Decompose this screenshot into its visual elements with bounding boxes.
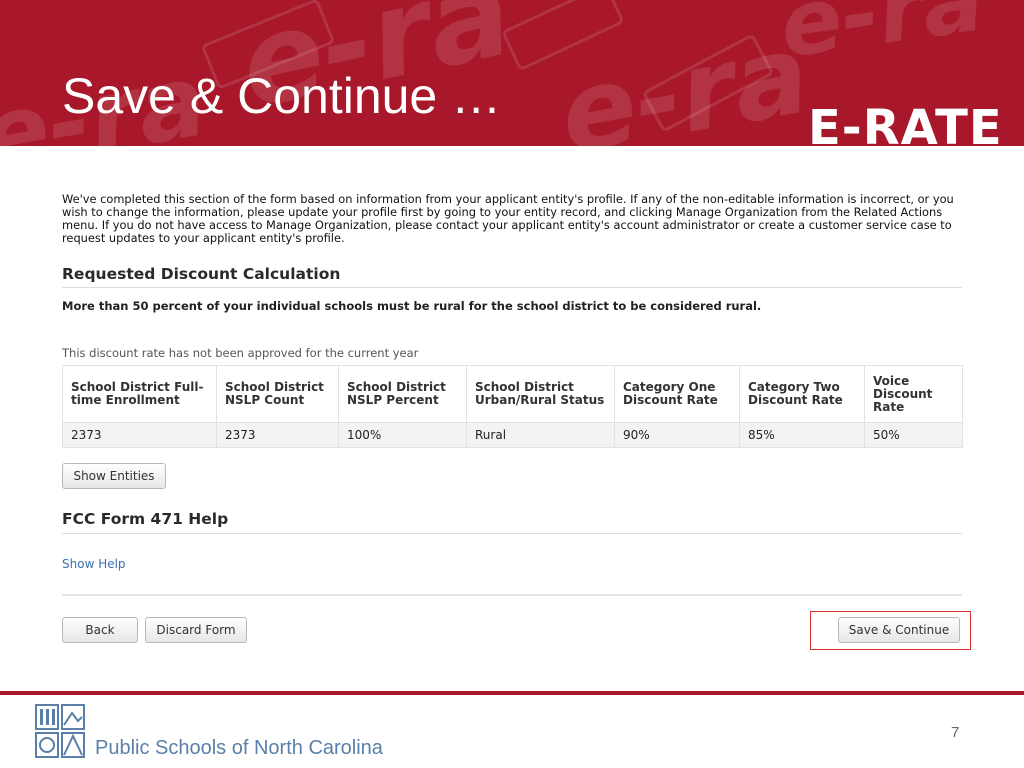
column-header: School District Full-time Enrollment bbox=[62, 365, 217, 423]
table-cell: 50% bbox=[864, 422, 963, 448]
table-cell: 90% bbox=[614, 422, 740, 448]
show-entities-button[interactable]: Show Entities bbox=[62, 463, 166, 489]
footer-divider bbox=[0, 691, 1024, 695]
discard-form-button[interactable]: Discard Form bbox=[145, 617, 247, 643]
slide-title: Save & Continue … bbox=[62, 68, 502, 124]
show-help-link[interactable]: Show Help bbox=[62, 557, 126, 571]
page-number: 7 bbox=[951, 724, 960, 741]
column-header: School District NSLP Percent bbox=[338, 365, 467, 423]
column-header: School District NSLP Count bbox=[216, 365, 339, 423]
column-header: Voice Discount Rate bbox=[864, 365, 963, 423]
discount-table: School District Full-time Enrollment Sch… bbox=[62, 365, 963, 448]
column-header: Category Two Discount Rate bbox=[739, 365, 865, 423]
intro-text: We've completed this section of the form… bbox=[62, 192, 954, 246]
banner-watermark: e-ra bbox=[773, 0, 990, 79]
back-button[interactable]: Back bbox=[62, 617, 138, 643]
table-row: 2373 2373 100% Rural 90% 85% 50% bbox=[62, 422, 963, 448]
table-cell: 2373 bbox=[62, 422, 217, 448]
nc-dpi-logo-icon bbox=[34, 703, 88, 759]
erate-logo: E-RATE bbox=[808, 100, 1003, 146]
help-section-heading: FCC Form 471 Help bbox=[62, 510, 229, 528]
column-header: Category One Discount Rate bbox=[614, 365, 740, 423]
table-cell: Rural bbox=[466, 422, 615, 448]
table-cell: 85% bbox=[739, 422, 865, 448]
table-cell: 100% bbox=[338, 422, 467, 448]
header-banner: e-ra e-ra e-ra e-ra Save & Continue … E-… bbox=[0, 0, 1024, 146]
section-divider bbox=[62, 533, 962, 534]
discount-section-heading: Requested Discount Calculation bbox=[62, 265, 341, 283]
rural-note: More than 50 percent of your individual … bbox=[62, 299, 762, 313]
column-header: School District Urban/Rural Status bbox=[466, 365, 615, 423]
approval-note: This discount rate has not been approved… bbox=[62, 346, 419, 360]
section-divider bbox=[62, 594, 962, 596]
footer-organization: Public Schools of North Carolina bbox=[95, 737, 383, 759]
save-continue-button[interactable]: Save & Continue bbox=[838, 617, 960, 643]
section-divider bbox=[62, 287, 962, 288]
table-header-row: School District Full-time Enrollment Sch… bbox=[62, 365, 963, 423]
table-cell: 2373 bbox=[216, 422, 339, 448]
